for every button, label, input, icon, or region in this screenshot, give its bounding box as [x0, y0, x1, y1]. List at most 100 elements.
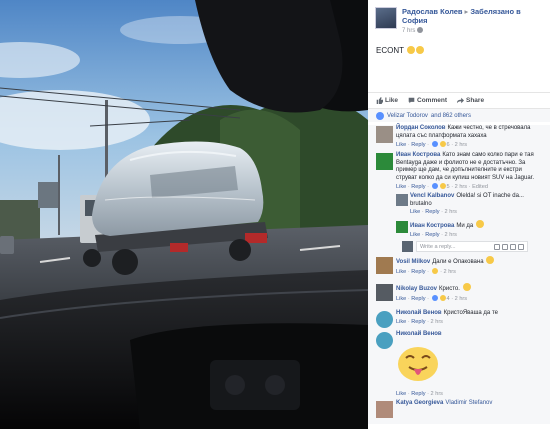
laugh-emoji-icon	[416, 46, 425, 54]
likes-others[interactable]: and 862 others	[431, 113, 471, 119]
haha-reaction-icon	[439, 183, 446, 189]
comment-time[interactable]: 2 hrs	[445, 209, 457, 215]
comment-time[interactable]: 2 hrs	[455, 184, 467, 190]
likes-summary[interactable]: Velizar Todorov and 862 others	[368, 108, 550, 122]
share-button[interactable]: Share	[457, 97, 484, 104]
avatar[interactable]	[396, 194, 408, 206]
edited-label[interactable]: Edited	[472, 184, 488, 190]
comment-author[interactable]: Иван Кострова	[396, 152, 440, 158]
comment-author[interactable]: Vosil Milkov	[396, 259, 430, 265]
reaction-count[interactable]: 6	[447, 142, 450, 148]
comment-author[interactable]: Николай Венов	[396, 331, 442, 337]
post-text: ECONT	[368, 40, 550, 92]
comment-author[interactable]: Vencl Kalbanov	[410, 193, 454, 199]
gif-icon[interactable]	[510, 244, 516, 250]
reaction-count[interactable]: 5	[447, 184, 450, 190]
sticker-icon[interactable]	[518, 244, 524, 250]
likes-names[interactable]: Velizar Todorov	[387, 113, 428, 119]
post-header: Радослав Колев ▸ Забелязано в София 7 hrs	[368, 0, 550, 40]
comment-like-link[interactable]: Like	[396, 319, 406, 325]
comment-author[interactable]: Nikolay Buzov	[396, 286, 437, 292]
camera-icon[interactable]	[502, 244, 508, 250]
comment-reply: Иван Кострова Ми да Like · Reply · 2 hrs	[374, 220, 544, 238]
comment-like-link[interactable]: Like	[410, 232, 420, 238]
like-button[interactable]: Like	[376, 97, 398, 104]
comment-like-link[interactable]: Like	[396, 296, 406, 302]
post-time-text[interactable]: 7 hrs	[402, 28, 415, 34]
comment-reply-link[interactable]: Reply	[411, 319, 425, 325]
comment-button[interactable]: Comment	[408, 97, 447, 104]
comment-author[interactable]: Йордан Соколов	[396, 125, 445, 131]
comment: Katya Georgieva Vladimir Stefanov	[374, 400, 544, 424]
comment-mention[interactable]: Vladimir Stefanov	[445, 400, 492, 406]
post-side-panel: Радослав Колев ▸ Забелязано в София 7 hrs …	[368, 0, 550, 429]
haha-reaction-icon	[439, 141, 446, 147]
reply-input[interactable]: Write a reply...	[416, 241, 528, 252]
comment-reply-link[interactable]: Reply	[411, 391, 425, 397]
post-author-line: Радослав Колев ▸ Забелязано в София	[402, 7, 544, 25]
comment: Nikolay Buzov Кристо. Like · Reply · 4 · …	[374, 283, 544, 307]
laugh-emoji-icon	[475, 220, 484, 228]
haha-reaction-icon	[431, 267, 438, 274]
avatar[interactable]	[376, 400, 393, 418]
avatar[interactable]	[376, 284, 393, 301]
laugh-emoji-icon	[462, 283, 471, 291]
reply-placeholder: Write a reply...	[420, 244, 456, 250]
photo-viewer: Радослав Колев ▸ Забелязано в София 7 hrs …	[0, 0, 550, 429]
like-reaction-icon	[431, 141, 438, 147]
globe-icon	[417, 27, 424, 33]
post-text-value: ECONT	[376, 46, 404, 55]
share-label: Share	[466, 97, 485, 104]
comment-time[interactable]: 2 hrs	[455, 142, 467, 148]
reaction-count[interactable]: 4	[447, 296, 450, 302]
comment-icon	[408, 97, 415, 104]
author-name[interactable]: Радослав Колев	[402, 7, 463, 16]
comment-time[interactable]: 2 hrs	[444, 269, 456, 275]
comment-time[interactable]: 2 hrs	[431, 391, 443, 397]
share-icon	[457, 97, 464, 104]
comment-text: Кристо.	[439, 286, 460, 292]
laugh-emoji-icon	[486, 256, 495, 264]
like-reaction-icon	[431, 294, 438, 301]
comment-text: КристоЯваша да те	[443, 310, 498, 316]
tongue-out-sticker-icon	[398, 346, 438, 381]
comment-author[interactable]: Katya Georgieva	[396, 400, 443, 406]
comment-time[interactable]: 2 hrs	[445, 232, 457, 238]
comment-author[interactable]: Иван Кострова	[410, 223, 454, 229]
avatar[interactable]	[376, 332, 393, 349]
comment-like-link[interactable]: Like	[396, 269, 406, 275]
comment-like-link[interactable]: Like	[396, 184, 406, 190]
comment: Николай Венов КристоЯваша да те Like · Re…	[374, 310, 544, 328]
comment-reply-link[interactable]: Reply	[411, 184, 425, 190]
avatar[interactable]	[376, 153, 393, 170]
comment-reply: Vencl Kalbanov Olelda! si OT inache da...…	[374, 193, 544, 217]
avatar[interactable]	[396, 221, 408, 233]
comment-like-link[interactable]: Like	[396, 391, 406, 397]
comment-like-link[interactable]: Like	[396, 142, 406, 148]
avatar[interactable]	[376, 257, 393, 274]
avatar[interactable]	[376, 126, 393, 143]
comment-text: Дали е Опакована	[432, 259, 484, 265]
comment-author[interactable]: Николай Венов	[396, 310, 442, 316]
comment-reply-link[interactable]: Reply	[425, 209, 439, 215]
comment-label: Comment	[417, 97, 447, 104]
photo-image	[0, 0, 368, 429]
comment-time[interactable]: 2 hrs	[431, 319, 443, 325]
like-reaction-icon	[376, 111, 384, 120]
comments-list: Йордан Соколов Кажи честно, че в стречова…	[368, 125, 550, 424]
author-avatar[interactable]	[375, 7, 397, 29]
haha-reaction-icon	[439, 294, 446, 301]
comment-like-link[interactable]: Like	[410, 209, 420, 215]
comment-time[interactable]: 2 hrs	[455, 296, 467, 302]
comment-reply-link[interactable]: Reply	[425, 232, 439, 238]
comment-text: Ми да	[456, 223, 474, 229]
comment-reply-link[interactable]: Reply	[411, 269, 425, 275]
comment-reply-link[interactable]: Reply	[411, 296, 425, 302]
emoji-icon[interactable]	[494, 244, 500, 250]
reply-composer: Write a reply...	[396, 241, 544, 253]
comment-reply-link[interactable]: Reply	[411, 142, 425, 148]
comment: Иван Кострова Като знам само колко пари е…	[374, 152, 544, 190]
post-photo[interactable]	[0, 0, 368, 429]
post-time[interactable]: 7 hrs	[402, 27, 544, 34]
avatar[interactable]	[376, 311, 393, 328]
